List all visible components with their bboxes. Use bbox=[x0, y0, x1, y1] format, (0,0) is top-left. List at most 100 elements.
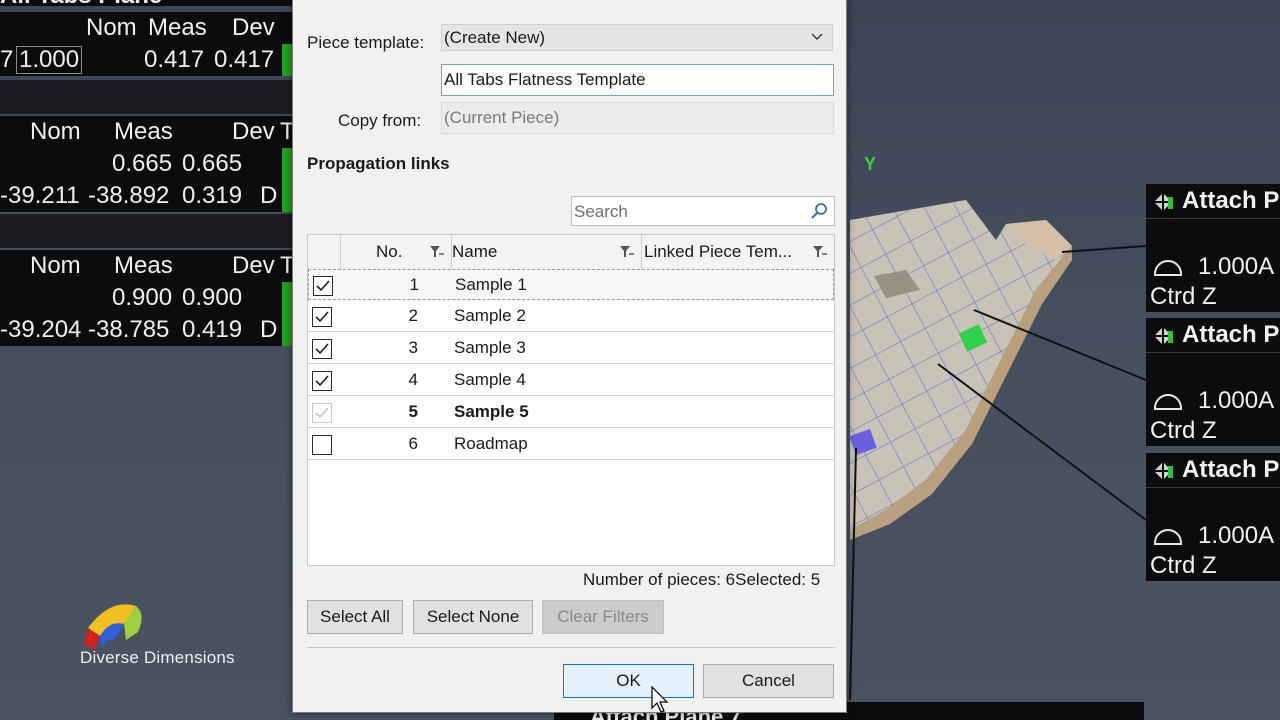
check-icon bbox=[316, 280, 330, 292]
cell: -38.785 bbox=[88, 316, 170, 343]
column-header-linked[interactable]: Linked Piece Tem... bbox=[642, 235, 834, 269]
row-checkbox[interactable] bbox=[312, 339, 332, 359]
callout-value: 1.000A bbox=[1198, 521, 1274, 551]
value-suffix: A bbox=[1258, 522, 1275, 549]
measurement-table-3: Nom Meas Dev T 0.900 0.900 -39.204 -38.7… bbox=[0, 250, 295, 346]
table-row[interactable]: 6 Roadmap bbox=[308, 429, 834, 460]
table-header: Nom Meas Dev T bbox=[0, 116, 295, 148]
select-all-button[interactable]: Select All bbox=[307, 600, 403, 634]
callout-footer: Ctrd Z bbox=[1150, 552, 1217, 579]
template-name-field[interactable]: All Tabs Flatness Template bbox=[441, 64, 834, 96]
row-checkbox[interactable] bbox=[313, 276, 333, 296]
row-number: 2 bbox=[408, 306, 418, 325]
column-label: No. bbox=[376, 242, 403, 261]
row-name: Sample 5 bbox=[454, 402, 529, 421]
propagation-links-grid: No. Name Linked Piece Tem... 1 Sample 1 … bbox=[307, 234, 835, 566]
plane-title: All Tabs Plane bbox=[0, 0, 162, 10]
select-none-button[interactable]: Select None bbox=[413, 600, 533, 634]
flatness-icon bbox=[1154, 394, 1182, 410]
value-suffix: A bbox=[1258, 387, 1275, 414]
row-number: 6 bbox=[408, 434, 418, 453]
mouse-cursor-icon bbox=[651, 686, 669, 713]
column-divider bbox=[340, 235, 341, 269]
column-label: Name bbox=[452, 242, 498, 261]
check-icon bbox=[315, 407, 329, 419]
clear-filters-button: Clear Filters bbox=[542, 600, 664, 634]
callout-header: Attach P bbox=[1146, 184, 1280, 219]
piece-template-select[interactable]: (Create New) bbox=[441, 24, 833, 51]
table-row-current[interactable]: 5 Sample 5 bbox=[308, 397, 834, 428]
table-row[interactable]: 4 Sample 4 bbox=[308, 365, 834, 396]
table-row[interactable]: 2 Sample 2 bbox=[308, 301, 834, 332]
callout-attach-plane-3[interactable]: Attach P 1.000A Ctrd Z bbox=[1146, 453, 1280, 581]
table-header: Nom Meas Dev bbox=[0, 12, 292, 44]
cell: 0.417 bbox=[214, 46, 275, 73]
flatness-icon bbox=[1154, 529, 1182, 545]
callout-value: 1.000A bbox=[1198, 252, 1274, 282]
column-dev: Dev bbox=[232, 252, 275, 279]
row-number: 1 bbox=[409, 275, 419, 294]
cell: 1.000 bbox=[16, 46, 83, 74]
row-number: 4 bbox=[408, 370, 418, 389]
check-icon bbox=[315, 311, 329, 323]
filter-icon[interactable] bbox=[619, 245, 635, 259]
row-checkbox[interactable] bbox=[312, 435, 332, 455]
row-name: Sample 2 bbox=[454, 306, 526, 325]
table-row: 0.900 0.900 bbox=[0, 282, 292, 314]
cell: -38.892 bbox=[88, 182, 170, 209]
column-meas: Meas bbox=[114, 118, 173, 145]
cell: 0.900 bbox=[182, 284, 243, 311]
row-name: Sample 4 bbox=[454, 370, 526, 389]
column-dev: Dev bbox=[232, 14, 275, 41]
column-meas: Meas bbox=[114, 252, 173, 279]
callout-value-row: 1.000A bbox=[1146, 386, 1280, 416]
cell: 7 bbox=[0, 46, 14, 73]
logo-text: Diverse Dimensions bbox=[80, 648, 235, 667]
cell: 0.419 bbox=[182, 316, 243, 343]
status-bar bbox=[282, 282, 292, 346]
ok-button[interactable]: OK bbox=[563, 664, 694, 698]
column-header-name[interactable]: Name bbox=[452, 235, 642, 269]
divider bbox=[0, 80, 292, 114]
copy-from-value: (Current Piece) bbox=[444, 108, 560, 127]
callout-title: Attach P bbox=[1182, 187, 1280, 214]
row-checkbox bbox=[312, 403, 332, 423]
table-row: -39.204 -38.785 0.419 D bbox=[0, 314, 292, 346]
cell: 0.665 bbox=[182, 150, 243, 177]
table-row: 7 1.000 0.417 0.417 bbox=[0, 44, 292, 76]
callout-value-row: 1.000A bbox=[1146, 521, 1280, 551]
check-icon bbox=[315, 343, 329, 355]
status-bar bbox=[282, 44, 292, 76]
row-number: 5 bbox=[408, 402, 418, 421]
cell: -39.204 bbox=[0, 316, 82, 343]
divider bbox=[307, 647, 835, 648]
leader-lines bbox=[849, 245, 1146, 701]
column-nom: Nom bbox=[30, 118, 81, 145]
filter-icon[interactable] bbox=[812, 245, 828, 259]
cancel-button[interactable]: Cancel bbox=[703, 664, 834, 698]
callout-attach-plane-1[interactable]: Attach P 1.000A Ctrd Z bbox=[1146, 184, 1280, 312]
propagation-links-title: Propagation links bbox=[307, 154, 450, 173]
table-header: Nom Meas Dev T bbox=[0, 250, 295, 282]
search-icon[interactable] bbox=[810, 202, 828, 220]
search-input[interactable]: Search bbox=[571, 196, 835, 226]
table-row: -39.211 -38.892 0.319 D bbox=[0, 180, 292, 212]
chevron-down-icon bbox=[811, 33, 823, 40]
callout-attach-plane-2[interactable]: Attach P 1.000A Ctrd Z bbox=[1146, 318, 1280, 446]
column-label: Linked Piece Tem... bbox=[644, 242, 793, 261]
flatness-icon bbox=[1154, 260, 1182, 276]
row-name: Sample 3 bbox=[454, 338, 526, 357]
value-suffix: A bbox=[1258, 253, 1275, 280]
table-row[interactable]: 1 Sample 1 bbox=[308, 269, 834, 300]
cell: D bbox=[260, 182, 278, 209]
row-checkbox[interactable] bbox=[312, 371, 332, 391]
axis-y-label: Y bbox=[864, 154, 877, 174]
filter-icon[interactable] bbox=[429, 245, 445, 259]
column-header-no[interactable]: No. bbox=[374, 235, 452, 269]
table-row[interactable]: 3 Sample 3 bbox=[308, 333, 834, 364]
template-name-value: All Tabs Flatness Template bbox=[444, 70, 646, 89]
plane-feature-icon bbox=[1154, 462, 1173, 480]
plane-feature-icon bbox=[1154, 327, 1173, 345]
measurement-table-1: Nom Meas Dev 7 1.000 0.417 0.417 bbox=[0, 12, 292, 76]
row-checkbox[interactable] bbox=[312, 307, 332, 327]
